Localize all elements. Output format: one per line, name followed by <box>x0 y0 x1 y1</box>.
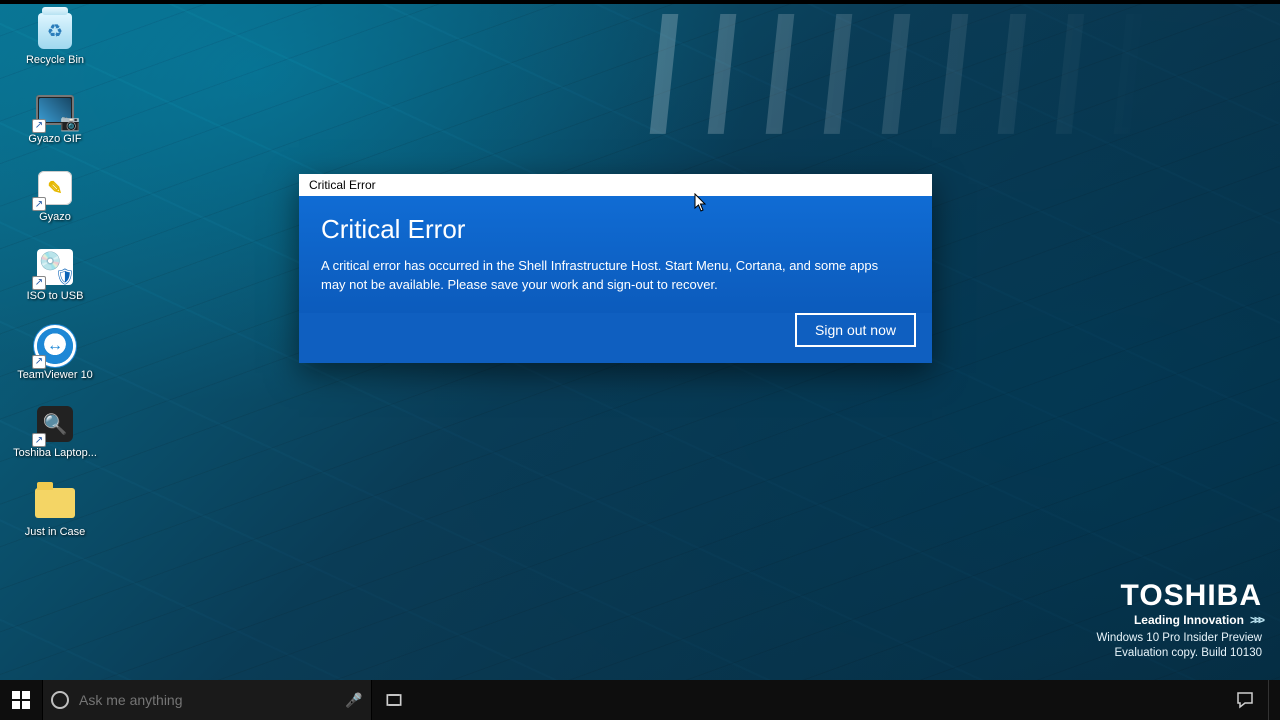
desktop-icon-toshiba-laptop[interactable]: ↗ Toshiba Laptop... <box>10 403 100 460</box>
desktop-icon-gyazo-gif[interactable]: ↗ Gyazo GIF <box>10 89 100 146</box>
task-view-button[interactable] <box>372 680 416 720</box>
icon-label: Gyazo GIF <box>28 133 81 146</box>
icon-label: Just in Case <box>25 526 86 539</box>
letterbox <box>0 0 1280 4</box>
dialog-message: A critical error has occurred in the She… <box>321 257 906 295</box>
windows-logo-icon <box>12 691 30 709</box>
cortana-circle-icon <box>51 691 69 709</box>
search-input[interactable] <box>79 692 335 708</box>
icon-label: Gyazo <box>39 211 71 224</box>
folder-icon <box>35 488 75 518</box>
shortcut-arrow-icon: ↗ <box>32 276 46 290</box>
shortcut-arrow-icon: ↗ <box>32 355 46 369</box>
desktop-icon-recycle-bin[interactable]: Recycle Bin <box>10 10 100 67</box>
dialog-titlebar[interactable]: Critical Error <box>299 174 932 196</box>
taskbar: 🎤 <box>0 680 1280 720</box>
notifications-icon[interactable] <box>1236 691 1254 709</box>
dialog-heading: Critical Error <box>321 214 910 245</box>
taskbar-search[interactable]: 🎤 <box>42 680 372 720</box>
desktop-icon-teamviewer[interactable]: ↗ TeamViewer 10 <box>10 325 100 382</box>
brand-tagline: Leading Innovation <box>1134 613 1244 627</box>
icon-label: TeamViewer 10 <box>17 369 93 382</box>
critical-error-dialog: Critical Error Critical Error A critical… <box>299 174 932 363</box>
icon-label: Toshiba Laptop... <box>13 447 97 460</box>
icon-label: Recycle Bin <box>26 54 84 67</box>
desktop-icon-gyazo[interactable]: ↗ Gyazo <box>10 167 100 224</box>
icon-label: ISO to USB <box>27 290 84 303</box>
toshiba-logo: TOSHIBA <box>1096 579 1262 613</box>
shortcut-arrow-icon: ↗ <box>32 433 46 447</box>
system-tray <box>1236 680 1280 720</box>
watermark-line-1: Windows 10 Pro Insider Preview <box>1096 631 1262 647</box>
desktop-icon-just-in-case[interactable]: Just in Case <box>10 482 100 539</box>
task-view-icon <box>384 692 404 708</box>
desktop-icons-area: Recycle Bin ↗ Gyazo GIF ↗ Gyazo ↗ ISO to… <box>10 10 100 538</box>
watermark-line-2: Evaluation copy. Build 10130 <box>1096 646 1262 662</box>
recycle-bin-icon <box>38 13 72 49</box>
start-button[interactable] <box>0 680 42 720</box>
sign-out-now-button[interactable]: Sign out now <box>795 313 916 347</box>
shortcut-arrow-icon: ↗ <box>32 119 46 133</box>
shortcut-arrow-icon: ↗ <box>32 197 46 211</box>
chevrons-icon: >>> <box>1250 613 1262 627</box>
show-desktop-button[interactable] <box>1268 680 1274 720</box>
microphone-icon[interactable]: 🎤 <box>345 691 363 709</box>
oem-branding: TOSHIBA Leading Innovation >>> Windows 1… <box>1096 579 1262 662</box>
desktop-icon-iso-to-usb[interactable]: ↗ ISO to USB <box>10 246 100 303</box>
